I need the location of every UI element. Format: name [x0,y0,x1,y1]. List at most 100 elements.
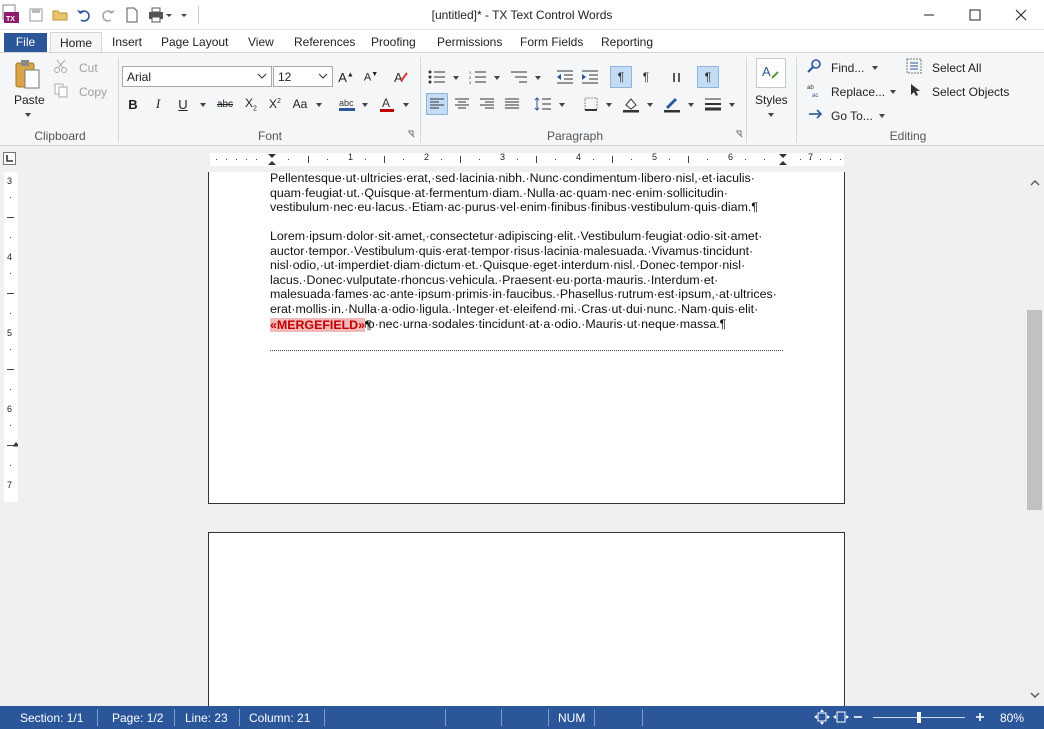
maximize-button[interactable] [952,0,998,30]
paragraph-1[interactable]: Pellentesque·ut·ultricies·erat,·sed·laci… [270,172,790,215]
select-objects-label[interactable]: Select Objects [932,85,1009,99]
bullets-dropdown-icon[interactable] [453,76,459,80]
tab-file[interactable]: File [4,33,47,52]
copy-label[interactable]: Copy [79,85,107,99]
scrollbar-thumb[interactable] [1027,310,1042,510]
tab-view[interactable]: View [248,34,274,52]
increase-indent-icon[interactable] [579,66,601,88]
show-formatting-marks-icon[interactable]: ¶ [697,66,719,88]
ltr-direction-icon[interactable]: ¶ [610,66,632,88]
styles-gallery-icon[interactable]: A [756,58,786,88]
tab-form-fields[interactable]: Form Fields [520,34,583,52]
page-1[interactable]: Pellentesque·ut·ultricies·erat,·sed·laci… [208,172,845,504]
fit-width-icon[interactable] [833,709,849,728]
tab-page-layout[interactable]: Page Layout [161,34,228,52]
line-spacing-dropdown-icon[interactable] [559,103,565,107]
paragraph-dialog-launcher-icon[interactable] [734,129,744,139]
chevron-down-icon[interactable] [318,71,328,81]
font-dialog-launcher-icon[interactable] [406,129,416,139]
cut-label[interactable]: Cut [79,61,98,75]
zoom-level[interactable]: 80% [1000,711,1024,725]
fit-page-icon[interactable] [814,709,830,728]
merge-field[interactable]: «MERGEFIELD» [270,318,366,332]
align-right-icon[interactable] [476,93,498,115]
select-objects-cursor-icon[interactable] [905,81,923,99]
replace-dropdown-icon[interactable] [890,90,896,94]
underline-icon[interactable]: U [172,93,194,115]
border-color-dropdown-icon[interactable] [688,103,694,107]
styles-label[interactable]: Styles [755,93,788,107]
scroll-down-icon[interactable] [1026,688,1044,702]
close-button[interactable] [998,0,1044,30]
goto-label[interactable]: Go To... [831,109,873,123]
tab-insert[interactable]: Insert [112,34,142,52]
font-color-dropdown-icon[interactable] [403,103,409,107]
zoom-in-icon[interactable] [974,709,986,728]
bold-icon[interactable]: B [122,93,144,115]
copy-icon[interactable] [52,81,70,99]
numbering-icon[interactable]: 123 [467,66,489,88]
strikethrough-icon[interactable]: abc [214,93,236,115]
shading-icon[interactable] [620,93,642,115]
align-center-icon[interactable] [451,93,473,115]
scroll-up-icon[interactable] [1026,176,1044,190]
document-area[interactable]: Pellentesque·ut·ultricies·erat,·sed·laci… [26,172,1026,706]
shading-dropdown-icon[interactable] [647,103,653,107]
justify-icon[interactable] [501,93,523,115]
tab-home[interactable]: Home [50,32,102,53]
underline-dropdown-icon[interactable] [200,103,206,107]
tab-reporting[interactable]: Reporting [601,34,653,52]
styles-dropdown-icon[interactable] [768,113,774,117]
tab-proofing[interactable]: Proofing [371,34,416,52]
minimize-button[interactable] [906,0,952,30]
border-width-icon[interactable] [702,93,724,115]
borders-icon[interactable] [580,93,602,115]
tab-stop-selector[interactable] [3,152,16,165]
page-2[interactable] [208,532,845,706]
clear-formatting-icon[interactable]: A [390,66,412,88]
section-break-icon[interactable] [666,66,688,88]
line-spacing-icon[interactable] [532,93,554,115]
borders-dropdown-icon[interactable] [606,103,612,107]
superscript-icon[interactable]: X2 [264,93,286,115]
border-width-dropdown-icon[interactable] [729,103,735,107]
multilevel-dropdown-icon[interactable] [535,76,541,80]
change-case-dropdown-icon[interactable] [316,103,322,107]
replace-label[interactable]: Replace... [831,85,885,99]
find-dropdown-icon[interactable] [872,66,878,70]
find-label[interactable]: Find... [831,61,864,75]
font-color-icon[interactable]: A [376,93,398,115]
zoom-out-icon[interactable] [852,709,864,728]
vertical-ruler[interactable]: 3 4 5 6 7 [4,172,18,502]
bullets-icon[interactable] [426,66,448,88]
chevron-down-icon[interactable] [257,71,267,81]
highlight-dropdown-icon[interactable] [362,103,368,107]
horizontal-ruler[interactable]: 1 2 3 4 5 6 7 [210,152,844,166]
change-case-icon[interactable]: Aa [289,93,311,115]
tab-references[interactable]: References [294,34,355,52]
goto-dropdown-icon[interactable] [879,114,885,118]
subscript-icon[interactable]: X2 [240,93,262,115]
tab-permissions[interactable]: Permissions [437,34,502,52]
numbering-dropdown-icon[interactable] [494,76,500,80]
find-icon[interactable] [806,57,824,75]
rtl-direction-icon[interactable]: ¶ [635,66,657,88]
font-size-combo[interactable]: 12 [273,66,333,87]
zoom-slider-thumb[interactable] [917,712,921,723]
font-family-combo[interactable]: Arial [122,66,272,87]
multilevel-list-icon[interactable] [508,66,530,88]
cut-icon[interactable] [52,57,70,75]
paste-dropdown-icon[interactable] [25,113,31,117]
align-left-icon[interactable] [426,93,448,115]
border-color-icon[interactable] [661,93,683,115]
merge-field-paragraph[interactable]: «MERGEFIELD»¶ [270,318,372,332]
replace-icon[interactable]: ab ac [806,81,824,99]
italic-icon[interactable]: I [147,93,169,115]
paste-icon[interactable] [12,57,44,93]
grow-font-icon[interactable]: A▲ [335,66,357,88]
select-all-icon[interactable] [905,57,923,75]
goto-arrow-icon[interactable] [806,105,824,123]
highlight-color-icon[interactable]: abc [336,93,358,115]
paragraph-2[interactable]: Lorem·ipsum·dolor·sit·amet,·consectetur·… [270,229,790,331]
select-all-label[interactable]: Select All [932,61,981,75]
